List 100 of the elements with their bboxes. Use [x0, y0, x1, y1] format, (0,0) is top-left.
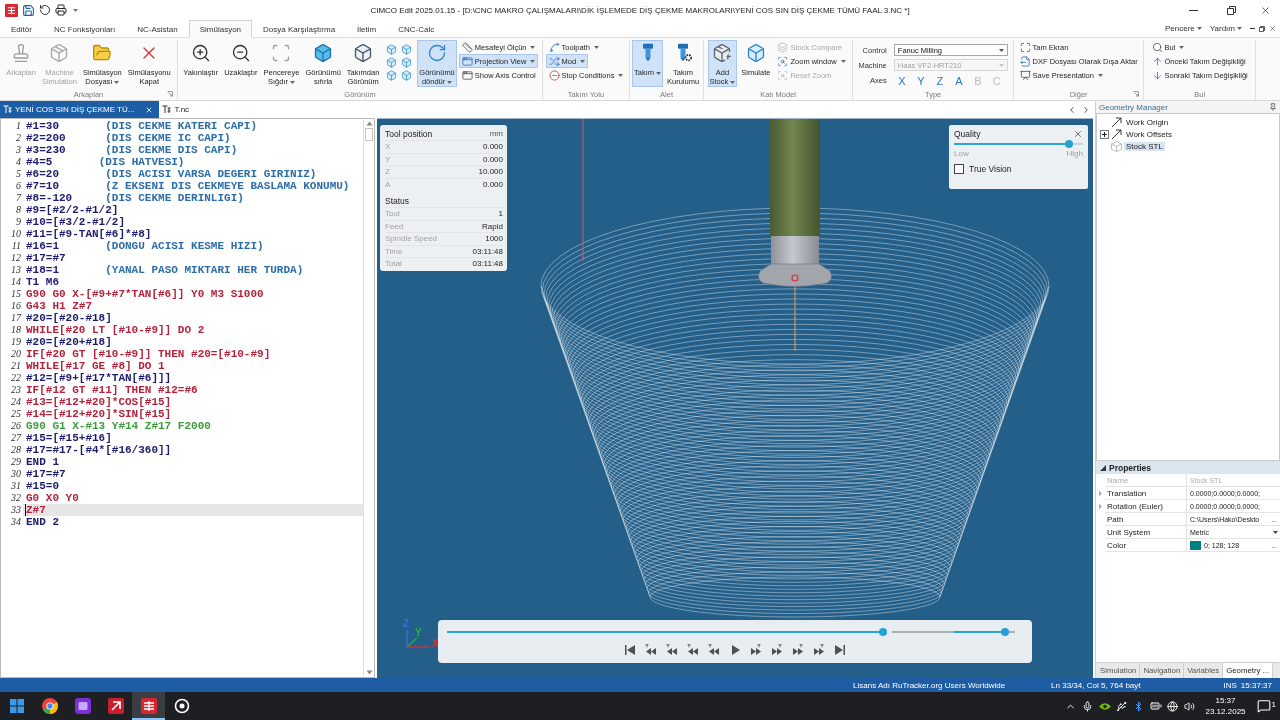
- code-line: #9=[#2/2-#1/2]: [25, 204, 120, 216]
- menu-tab[interactable]: Simülasyon: [188, 20, 253, 38]
- folder-icon: [92, 43, 113, 63]
- bluetooth-icon[interactable]: [1133, 700, 1144, 712]
- fast-forward-icon[interactable]: [750, 644, 762, 656]
- fast-forward-icon[interactable]: [813, 644, 825, 656]
- menu-tab[interactable]: Dosya Karşılaştırma: [252, 20, 347, 38]
- collapse-triangle-icon[interactable]: [1100, 464, 1106, 471]
- info-value: 03:11:48: [472, 246, 503, 256]
- close-icon[interactable]: [145, 105, 154, 114]
- taskbar-app[interactable]: [132, 692, 165, 720]
- eye-logo-icon[interactable]: [1098, 701, 1111, 711]
- notification-icon[interactable]: [1256, 699, 1271, 713]
- info-label: A: [385, 179, 391, 189]
- package-plus-icon: [712, 43, 733, 63]
- document-tab[interactable]: T.nc: [159, 101, 196, 118]
- skip-forward-icon[interactable]: [834, 644, 846, 656]
- close-icon[interactable]: [1259, 4, 1271, 16]
- minus-circle-icon: [548, 69, 560, 81]
- tree-item[interactable]: Stock STL: [1124, 141, 1165, 151]
- pin-icon[interactable]: [1269, 103, 1277, 111]
- line-number: 13: [10, 264, 21, 276]
- save-icon[interactable]: [22, 3, 35, 17]
- caret-icon: [289, 80, 295, 84]
- quality-slider[interactable]: [954, 140, 1083, 148]
- printer-icon[interactable]: [55, 4, 67, 16]
- rewind-icon[interactable]: [645, 644, 657, 656]
- zoom-out-icon: [230, 43, 251, 63]
- menu-tab[interactable]: İletim: [346, 20, 388, 38]
- undo-icon[interactable]: [39, 4, 51, 16]
- line-number: 28: [10, 444, 21, 456]
- microphone-icon[interactable]: [1082, 700, 1093, 712]
- code-line: IF[#20 GT [#10-#9]] THEN #20=[#10-#9]: [25, 348, 272, 360]
- diagonal-arrow-icon: [1111, 116, 1122, 128]
- axis-toggle[interactable]: Z: [931, 74, 948, 87]
- rewind-icon[interactable]: [666, 644, 678, 656]
- restore-icon[interactable]: [1226, 5, 1236, 15]
- ruler-icon: [461, 41, 473, 53]
- menu-tab[interactable]: NC Fonksiyonları: [42, 20, 127, 38]
- caret-icon: [618, 73, 624, 77]
- rewind-icon[interactable]: [687, 644, 699, 656]
- battery-icon[interactable]: [1149, 700, 1162, 712]
- slider-thumb[interactable]: [1065, 140, 1074, 148]
- true-vision-checkbox[interactable]: [954, 164, 964, 174]
- line-number: 14: [10, 276, 21, 288]
- globe-icon[interactable]: [1167, 700, 1178, 712]
- code-line: G0 X0 Y0: [25, 492, 80, 504]
- menu-button[interactable]: Pencere: [1161, 20, 1206, 37]
- zoom-window-icon: [777, 69, 789, 81]
- progress-slider[interactable]: [447, 628, 887, 636]
- code-line: END 1: [25, 456, 60, 468]
- scroll-down-icon[interactable]: [365, 670, 373, 675]
- line-number: 33: [10, 504, 21, 516]
- speed-slider[interactable]: [892, 628, 1015, 636]
- info-label: Z: [385, 167, 390, 177]
- axis-toggle[interactable]: Y: [912, 74, 929, 87]
- menu-tab[interactable]: CNC-Calc: [387, 20, 446, 38]
- fast-forward-icon[interactable]: [792, 644, 804, 656]
- menu-tab[interactable]: Editör: [0, 20, 43, 38]
- document-tab[interactable]: YENİ COS SIN DİŞ ÇEKME TÜ...: [0, 101, 160, 118]
- fast-forward-icon[interactable]: [771, 644, 783, 656]
- menu-button[interactable]: Yardım: [1205, 20, 1246, 37]
- skip-back-icon[interactable]: [624, 644, 636, 656]
- usb-icon[interactable]: [1116, 700, 1127, 712]
- caret-icon: [656, 71, 661, 75]
- cube-view-icon[interactable]: [401, 44, 413, 55]
- code-line: #18=1 (YANAL PASO MIKTARI HER TURDA): [25, 264, 305, 276]
- dialog-launcher-icon[interactable]: [1133, 91, 1140, 97]
- slider-thumb[interactable]: [879, 628, 887, 636]
- expand-plus-icon[interactable]: [1099, 129, 1109, 139]
- chevron-right-icon[interactable]: [1081, 104, 1091, 115]
- cube-view-icon[interactable]: [401, 70, 413, 81]
- cube-view-icon[interactable]: [386, 57, 398, 68]
- play-icon[interactable]: [729, 644, 741, 656]
- tree-item[interactable]: Work Offsets: [1124, 129, 1174, 139]
- menu-tab[interactable]: NC-Asistan: [126, 20, 189, 38]
- cube-view-icon[interactable]: [386, 44, 398, 55]
- restore-icon[interactable]: [1259, 25, 1265, 32]
- axis-toggle[interactable]: X: [893, 74, 910, 87]
- code-line: #12=[#9+[#17*TAN[#6]]]: [25, 372, 173, 384]
- scroll-up-icon[interactable]: [365, 121, 373, 126]
- line-number: 29: [10, 456, 21, 468]
- scroll-thumb[interactable]: [365, 128, 373, 141]
- rewind-icon[interactable]: [708, 644, 720, 656]
- axis-label: Y: [415, 628, 422, 638]
- chevron-left-icon[interactable]: [1067, 104, 1077, 115]
- code-line: #17=#17-[#4*[#16/360]]: [25, 444, 173, 456]
- speaker-icon[interactable]: [1184, 700, 1195, 712]
- close-icon[interactable]: [1073, 129, 1083, 139]
- minimize-icon[interactable]: [1188, 9, 1198, 11]
- code-line: #1=30 (DIS CEKME KATERI CAPI): [25, 120, 259, 132]
- app-logo-icon: [107, 698, 124, 714]
- code-line: G90 G0 X-[#9+#7*TAN[#6]] Y0 M3 S1000: [25, 288, 265, 300]
- slider-thumb[interactable]: [1001, 628, 1010, 636]
- cube-view-icon[interactable]: [401, 57, 413, 68]
- tree-item[interactable]: Work Origin: [1124, 117, 1171, 127]
- close-icon[interactable]: [1269, 25, 1276, 32]
- axis-toggle[interactable]: A: [950, 74, 967, 87]
- cube-view-icon[interactable]: [386, 70, 398, 81]
- dialog-launcher-icon[interactable]: [167, 91, 173, 97]
